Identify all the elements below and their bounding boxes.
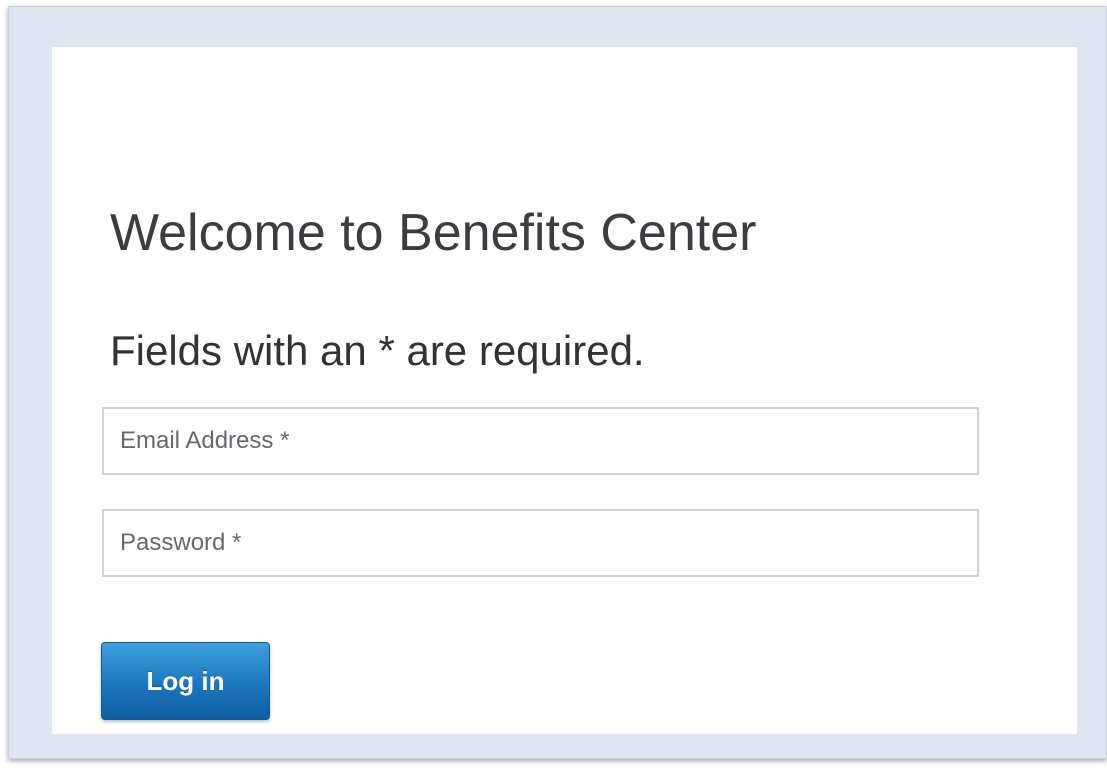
email-field[interactable] [102, 407, 979, 475]
login-button[interactable]: Log in [101, 642, 270, 720]
password-field[interactable] [102, 509, 979, 577]
login-card: Welcome to Benefits Center Fields with a… [52, 47, 1077, 734]
page-title: Welcome to Benefits Center [110, 204, 757, 262]
login-frame: Welcome to Benefits Center Fields with a… [8, 6, 1107, 759]
required-fields-note: Fields with an * are required. [110, 327, 645, 374]
